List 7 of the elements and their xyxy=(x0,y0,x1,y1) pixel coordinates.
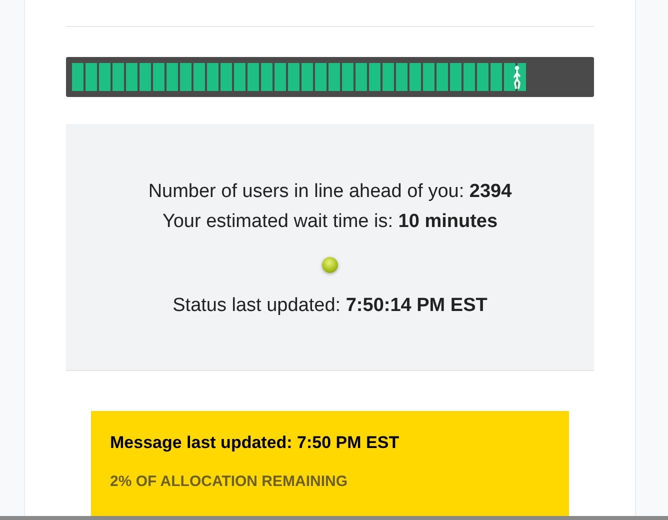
status-light-icon xyxy=(322,257,338,273)
walking-person-icon xyxy=(512,65,522,89)
message-updated-text: Message last updated: 7:50 PM EST xyxy=(110,433,400,453)
users-ahead-text: Number of users in line ahead of you: 2394 xyxy=(148,180,512,204)
message-text: 2% OF ALLOCATION REMAINING xyxy=(110,473,348,490)
status-updated-text: Status last updated: 7:50:14 PM EST xyxy=(172,294,488,318)
wait-time-text: Your estimated wait time is: 10 minutes xyxy=(162,210,498,234)
